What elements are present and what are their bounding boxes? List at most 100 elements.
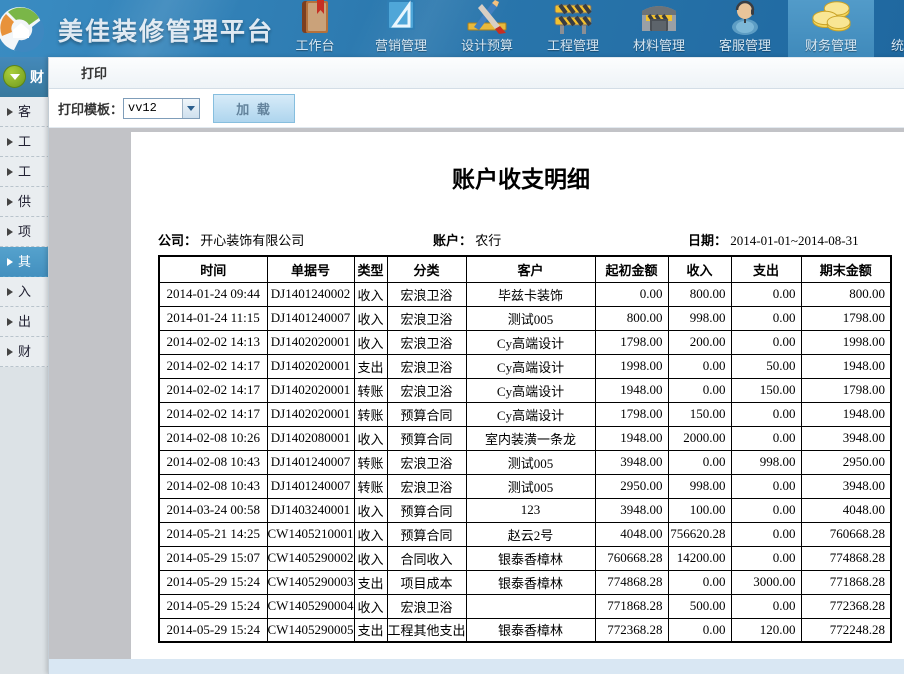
nav-item-label: 客服管理 [719,35,771,54]
template-select[interactable]: vv12 [123,98,200,119]
table-cell: 0.00 [731,594,801,618]
panel-tabstrip: 打印 [49,58,904,89]
table-cell: 1948.00 [595,426,668,450]
table-cell: 800.00 [595,306,668,330]
table-cell: 120.00 [731,618,801,642]
table-cell: 0.00 [668,378,731,402]
nav-item-财务管理[interactable]: 财务管理 [788,0,874,57]
table-row: 2014-02-02 14:17DJ1402020001转账宏浪卫浴Cy高端设计… [159,378,891,402]
table-cell: 0.00 [731,306,801,330]
table-cell: 4048.00 [801,498,891,522]
table-cell: 宏浪卫浴 [387,282,466,306]
table-cell: 1948.00 [801,402,891,426]
table-cell: 998.00 [731,450,801,474]
sidebar-section-header[interactable]: 财务 [0,57,55,97]
nav-item-工作台[interactable]: 工作台 [272,0,358,57]
table-cell: 宏浪卫浴 [387,330,466,354]
table-cell: 收入 [354,306,387,330]
table-cell: DJ1402020001 [267,378,354,402]
sidebar-item-工[interactable]: 工 [0,127,55,157]
table-cell: 0.00 [731,330,801,354]
table-cell: 2014-01-24 09:44 [159,282,267,306]
table-cell: 测试005 [466,474,595,498]
table-cell: 收入 [354,282,387,306]
load-button[interactable]: 加 载 [213,94,295,123]
column-header: 类型 [354,256,387,282]
table-cell: 774868.28 [801,546,891,570]
table-row: 2014-02-02 14:13DJ1402020001收入宏浪卫浴Cy高端设计… [159,330,891,354]
table-cell: 998.00 [668,474,731,498]
table-cell: DJ1402020001 [267,330,354,354]
table-cell: 预算合同 [387,402,466,426]
sidebar-item-工[interactable]: 工 [0,157,55,187]
table-cell: 宏浪卫浴 [387,450,466,474]
table-cell: 998.00 [668,306,731,330]
table-cell: 14200.00 [668,546,731,570]
table-cell: 银泰香樟林 [466,570,595,594]
sidebar-item-其[interactable]: 其 [0,247,55,277]
table-cell: 支出 [354,354,387,378]
sidebar-item-项[interactable]: 项 [0,217,55,247]
table-cell: 0.00 [668,570,731,594]
table-cell: 2014-05-29 15:24 [159,570,267,594]
design-icon [466,0,508,35]
sidebar-item-财[interactable]: 财 [0,337,55,367]
nav-item-设计预算[interactable]: 设计预算 [444,0,530,57]
sidebar: 财务 客工工供项其入出财 [0,57,55,674]
table-cell: Cy高端设计 [466,354,595,378]
table-cell: 1798.00 [595,330,668,354]
table-cell: 0.00 [731,522,801,546]
table-cell: Cy高端设计 [466,378,595,402]
service-icon [724,0,766,35]
table-cell: 1798.00 [801,306,891,330]
table-cell: 3948.00 [595,450,668,474]
report-account: 账户： 农行 [433,230,688,249]
setsquare-icon [380,0,422,35]
sidebar-item-入[interactable]: 入 [0,277,55,307]
nav-item-统计分析[interactable]: 统计分析 [874,0,904,57]
table-cell: 银泰香樟林 [466,618,595,642]
table-cell: 4048.00 [595,522,668,546]
table-cell: 1998.00 [801,330,891,354]
chevron-down-icon[interactable] [182,99,199,118]
table-cell: 宏浪卫浴 [387,306,466,330]
table-cell: 0.00 [731,474,801,498]
nav-item-营销管理[interactable]: 营销管理 [358,0,444,57]
table-cell: 3000.00 [731,570,801,594]
table-cell: CW1405290002 [267,546,354,570]
table-cell: 771868.28 [801,570,891,594]
sidebar-item-供[interactable]: 供 [0,187,55,217]
sidebar-item-出[interactable]: 出 [0,307,55,337]
sidebar-item-客[interactable]: 客 [0,97,55,127]
table-header-row: 时间单据号类型分类客户起初金额收入支出期末金额 [159,256,891,282]
table-cell: DJ1402020001 [267,402,354,426]
nav-item-label: 工作台 [295,35,334,54]
collapse-icon[interactable] [3,65,26,88]
table-cell: 3948.00 [595,498,668,522]
nav-item-材料管理[interactable]: 材料管理 [616,0,702,57]
table-cell: DJ1401240007 [267,306,354,330]
column-header: 起初金额 [595,256,668,282]
table-cell: 756620.28 [668,522,731,546]
print-toolbar: 打印模板： vv12 加 载 [49,89,904,128]
table-cell: 150.00 [668,402,731,426]
column-header: 单据号 [267,256,354,282]
table-row: 2014-02-08 10:43DJ1401240007转账宏浪卫浴测试0053… [159,450,891,474]
table-cell: 2014-02-02 14:13 [159,330,267,354]
table-cell: DJ1401240007 [267,474,354,498]
column-header: 客户 [466,256,595,282]
table-cell: 772368.28 [801,594,891,618]
table-cell: 收入 [354,546,387,570]
table-cell: 0.00 [731,282,801,306]
table-cell: 支出 [354,618,387,642]
table-row: 2014-05-29 15:24CW1405290005支出工程其他支出银泰香樟… [159,618,891,642]
app-logo-icon [0,2,52,56]
tab-print[interactable]: 打印 [81,58,107,89]
nav-item-客服管理[interactable]: 客服管理 [702,0,788,57]
nav-item-工程管理[interactable]: 工程管理 [530,0,616,57]
column-header: 分类 [387,256,466,282]
table-cell: 收入 [354,522,387,546]
print-template-label: 打印模板： [58,99,123,118]
table-cell: Cy高端设计 [466,330,595,354]
table-cell: 0.00 [668,354,731,378]
